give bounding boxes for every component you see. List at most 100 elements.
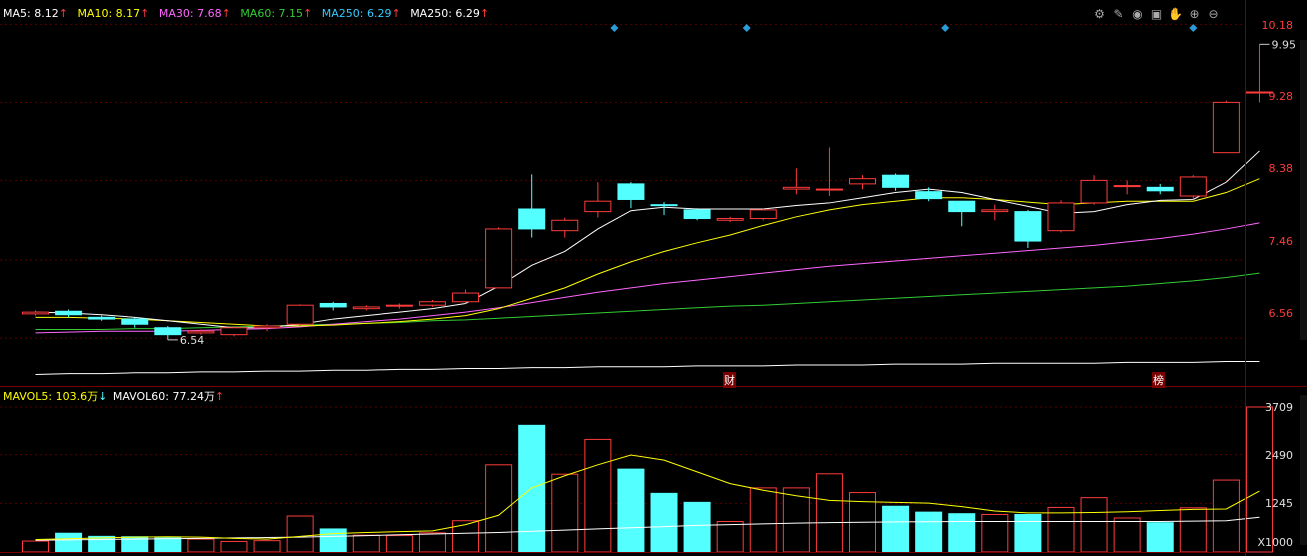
- mavol60-line: [35, 516, 1260, 541]
- candle-body: [220, 327, 248, 336]
- zoom-in-icon[interactable]: ⊕: [1187, 7, 1202, 22]
- volume-bar: [319, 528, 347, 553]
- candle-body: [716, 218, 744, 221]
- ma10-line: [35, 178, 1260, 327]
- volume-bar: [915, 511, 943, 553]
- candle-body: [948, 200, 976, 213]
- volume-bar: [286, 515, 314, 553]
- volume-bar: [1113, 517, 1141, 553]
- lock-icon[interactable]: ▣: [1149, 7, 1164, 22]
- candle-body: [1014, 211, 1042, 242]
- stock-chart[interactable]: 9.95 6.54: [0, 0, 1307, 556]
- candle-body: [286, 304, 314, 325]
- volume-bar: [220, 540, 248, 553]
- event-diamond-marker: [941, 24, 950, 32]
- volume-bar: [716, 521, 744, 553]
- right-edge-strip-lower: [1300, 395, 1307, 545]
- candle-body: [1080, 179, 1108, 204]
- candle-body: [683, 209, 711, 220]
- volume-bar: [22, 540, 49, 553]
- ma250-legend: MA250: 6.29↑: [321, 7, 401, 20]
- candle-body: [319, 302, 347, 308]
- volume-bar: [1014, 513, 1042, 553]
- axis-divider: [1245, 0, 1246, 556]
- volume-bar: [749, 487, 777, 553]
- candle-body: [815, 188, 843, 191]
- bottom-divider: [0, 552, 1245, 553]
- mavol5-legend: MAVOL5: 103.6万↓: [3, 390, 108, 403]
- volume-tick-3: 1245: [1265, 497, 1293, 510]
- candle-body: [584, 200, 612, 213]
- volume-bar: [948, 513, 976, 553]
- volume-bar: [352, 534, 380, 553]
- price-tick-1: 10.18: [1261, 19, 1294, 32]
- volume-bar: [882, 505, 910, 553]
- right-edge-strip: [1300, 40, 1307, 340]
- candle-body: [1212, 101, 1240, 154]
- candle-body: [418, 301, 446, 306]
- high-price-label: 9.95: [1271, 38, 1296, 51]
- price-tick-5: 6.56: [1268, 307, 1294, 320]
- volume-bar: [1179, 507, 1207, 553]
- candle-body: [1113, 185, 1141, 188]
- zoom-out-icon[interactable]: ⊖: [1206, 7, 1221, 22]
- candle-body: [551, 219, 579, 232]
- volume-bar: [617, 468, 645, 553]
- volume-bar: [683, 501, 711, 553]
- volume-bar: [55, 532, 83, 553]
- candle-body: [55, 310, 83, 316]
- hand-icon[interactable]: ✋: [1168, 7, 1183, 22]
- volume-bar: [1146, 522, 1174, 553]
- volume-bar: [418, 532, 446, 553]
- volume-unit-label: X1000: [1257, 536, 1293, 549]
- eye-icon[interactable]: ◉: [1130, 7, 1145, 22]
- price-tick-3: 8.38: [1268, 162, 1294, 175]
- mavol60-legend: MAVOL60: 77.24万↑: [112, 390, 225, 403]
- ma250-legend-2: MA250: 6.29↑: [410, 7, 490, 20]
- event-tag-cai[interactable]: 财: [723, 372, 736, 388]
- candle-body: [352, 306, 380, 310]
- volume-bar: [981, 513, 1009, 553]
- volume-bar: [385, 535, 413, 553]
- candle-body: [749, 209, 777, 220]
- candle-body: [253, 325, 281, 329]
- volume-tick-2: 2490: [1265, 449, 1293, 462]
- ma60-line: [35, 272, 1260, 330]
- price-tick-2: 9.28: [1268, 90, 1294, 103]
- candle-body: [385, 304, 413, 307]
- candle-body: [981, 209, 1009, 213]
- panel-divider: [0, 386, 1307, 387]
- gear-icon[interactable]: ⚙: [1092, 7, 1107, 22]
- candle-body: [121, 318, 149, 325]
- candle-body: [187, 330, 215, 334]
- candle-body: [452, 292, 480, 303]
- pencil-icon[interactable]: ✎: [1111, 7, 1126, 22]
- candle-body: [1179, 176, 1207, 197]
- ma30-legend: MA30: 7.68↑: [158, 7, 231, 20]
- volume-bar: [584, 438, 612, 553]
- volume-bar: [154, 537, 182, 553]
- chart-toolbar: ⚙ ✎ ◉ ▣ ✋ ⊕ ⊖: [1092, 7, 1221, 22]
- volume-bar: [1245, 406, 1273, 553]
- candle-body: [782, 186, 810, 190]
- volume-tick-1: 3709: [1265, 401, 1293, 414]
- volume-legend: MAVOL5: 103.6万↓ MAVOL60: 77.24万↑: [3, 390, 230, 404]
- ma30-line: [35, 222, 1260, 334]
- volume-bar: [815, 473, 843, 553]
- volume-bar: [782, 487, 810, 553]
- candle-body: [849, 178, 876, 185]
- volume-bar: [187, 538, 215, 553]
- volume-bar: [1080, 497, 1108, 553]
- candle-body: [1047, 202, 1075, 232]
- volume-bar: [485, 464, 513, 553]
- volume-bar: [551, 473, 579, 553]
- candle-body: [22, 311, 49, 315]
- ma10-legend: MA10: 8.17↑: [77, 7, 150, 20]
- ma5-line: [35, 150, 1260, 329]
- ma5-legend: MA5: 8.12↑: [3, 7, 68, 20]
- candle-body: [154, 327, 182, 336]
- volume-bar: [518, 424, 546, 553]
- candle-body: [617, 183, 645, 200]
- event-tag-bang[interactable]: 榜: [1152, 372, 1165, 388]
- volume-bar: [650, 492, 678, 553]
